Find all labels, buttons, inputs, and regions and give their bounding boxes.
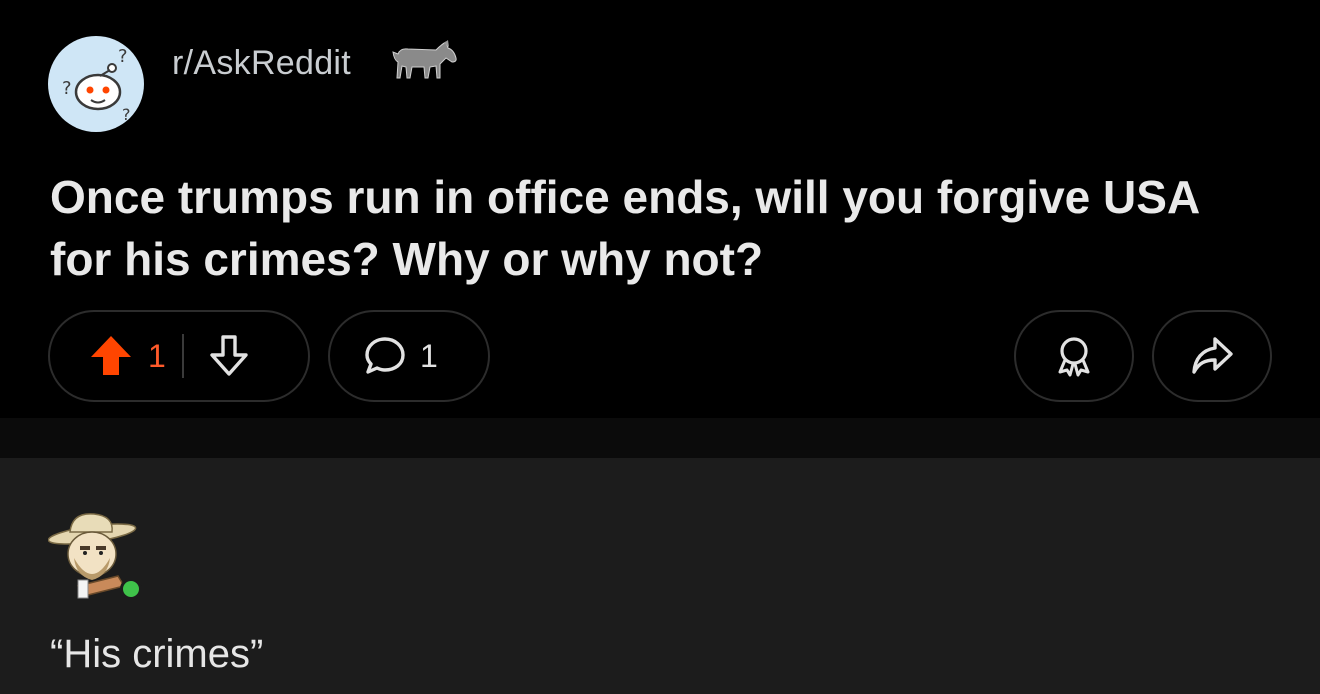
vote-pill: 1	[48, 310, 310, 402]
award-button[interactable]	[1014, 310, 1134, 402]
svg-text:?: ?	[118, 46, 128, 67]
arrow-up-icon[interactable]	[88, 333, 134, 379]
svg-text:?: ?	[122, 105, 131, 124]
online-status-indicator	[120, 578, 142, 600]
vote-separator	[181, 334, 184, 378]
share-arrow-icon	[1189, 333, 1235, 379]
subreddit-name[interactable]: r/AskReddit	[172, 44, 351, 83]
arrow-down-icon[interactable]	[206, 333, 252, 379]
svg-text:?: ?	[62, 78, 72, 99]
subreddit-row: ? ? ? r/AskReddit	[48, 36, 351, 132]
askreddit-snoo-icon[interactable]: ? ? ?	[48, 36, 144, 132]
comments-button[interactable]: 1	[328, 310, 490, 402]
section-divider	[0, 418, 1320, 458]
comment-body[interactable]: “His crimes”	[50, 630, 263, 678]
speech-bubble-icon	[362, 333, 408, 379]
post-card[interactable]: ? ? ? r/AskReddit Once trumps run in off…	[0, 0, 1320, 418]
post-title[interactable]: Once trumps run in office ends, will you…	[50, 166, 1270, 290]
comment-count: 1	[420, 337, 438, 374]
upvote-count: 1	[148, 337, 166, 374]
donkey-icon	[390, 40, 460, 87]
award-icon	[1051, 333, 1097, 379]
share-button[interactable]	[1152, 310, 1272, 402]
